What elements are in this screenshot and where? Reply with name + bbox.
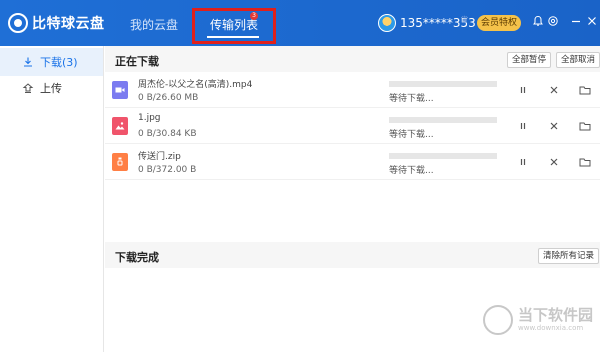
progress-bar — [389, 153, 497, 159]
app-logo: 比特球云盘 — [8, 13, 105, 33]
progress-bar — [389, 117, 497, 123]
minimize-icon[interactable] — [570, 15, 584, 29]
file-size: 0 B/26.60 MB — [138, 93, 199, 103]
avatar[interactable] — [378, 14, 396, 32]
gear-icon[interactable] — [547, 15, 561, 29]
video-file-icon — [112, 81, 128, 99]
image-file-icon — [112, 117, 128, 135]
list-item[interactable]: 传送门.zip 0 B/372.00 B 等待下载... — [105, 144, 600, 180]
close-icon[interactable] — [586, 15, 600, 29]
title-bar: 比特球云盘 我的云盘 传输列表 3 135*****353 ♛ 会员特权 — [0, 0, 600, 46]
pause-icon[interactable] — [516, 83, 530, 97]
bell-icon[interactable] — [532, 15, 546, 29]
logo-text: 比特球云盘 — [32, 16, 105, 32]
watermark-logo: 当下软件园 www.downxia.com — [483, 302, 599, 342]
sidebar-item-upload[interactable]: 上传 — [0, 74, 103, 102]
cancel-all-button[interactable]: 全部取消 — [556, 52, 600, 68]
download-status: 等待下载... — [389, 166, 434, 176]
watermark-icon — [483, 305, 513, 335]
watermark-title: 当下软件园 — [518, 306, 594, 324]
cancel-icon[interactable] — [547, 83, 561, 97]
watermark-url: www.downxia.com — [518, 324, 584, 332]
list-item[interactable]: 周杰伦-以父之名(高清).mp4 0 B/26.60 MB 等待下载... — [105, 72, 600, 108]
cancel-icon[interactable] — [547, 155, 561, 169]
zip-file-icon — [112, 153, 128, 171]
downloading-header: 正在下载 全部暂停 全部取消 — [105, 46, 600, 72]
folder-icon[interactable] — [578, 155, 592, 169]
cancel-icon[interactable] — [547, 119, 561, 133]
pause-icon[interactable] — [516, 155, 530, 169]
completed-title: 下载完成 — [115, 251, 159, 264]
upload-icon — [22, 83, 34, 93]
sidebar: 下载(3) 上传 — [0, 46, 104, 352]
file-size: 0 B/372.00 B — [138, 165, 197, 175]
pause-all-button[interactable]: 全部暂停 — [507, 52, 552, 68]
clear-all-records-button[interactable]: 清除所有记录 — [538, 248, 600, 264]
sidebar-item-label: 下载(3) — [40, 56, 78, 69]
file-name: 传送门.zip — [138, 152, 181, 162]
download-icon — [24, 57, 32, 67]
sidebar-item-download[interactable]: 下载(3) — [0, 48, 103, 76]
pause-icon[interactable] — [516, 119, 530, 133]
list-item[interactable]: 1.jpg 0 B/30.84 KB 等待下载... — [105, 108, 600, 144]
vip-privilege-button[interactable]: 会员特权 — [477, 15, 521, 31]
file-size: 0 B/30.84 KB — [138, 129, 197, 139]
download-status: 等待下载... — [389, 94, 434, 104]
download-status: 等待下载... — [389, 130, 434, 140]
file-name: 周杰伦-以父之名(高清).mp4 — [138, 80, 253, 90]
file-name: 1.jpg — [138, 113, 161, 123]
folder-icon[interactable] — [578, 83, 592, 97]
logo-icon — [8, 13, 28, 33]
sidebar-item-label: 上传 — [40, 82, 62, 95]
folder-icon[interactable] — [578, 119, 592, 133]
highlight-annotation — [192, 8, 276, 44]
progress-bar — [389, 81, 497, 87]
completed-header: 下载完成 清除所有记录 — [105, 242, 600, 268]
downloading-title: 正在下载 — [115, 55, 159, 68]
tab-my-cloud[interactable]: 我的云盘 — [130, 16, 178, 33]
crown-icon: ♛ — [460, 15, 469, 26]
